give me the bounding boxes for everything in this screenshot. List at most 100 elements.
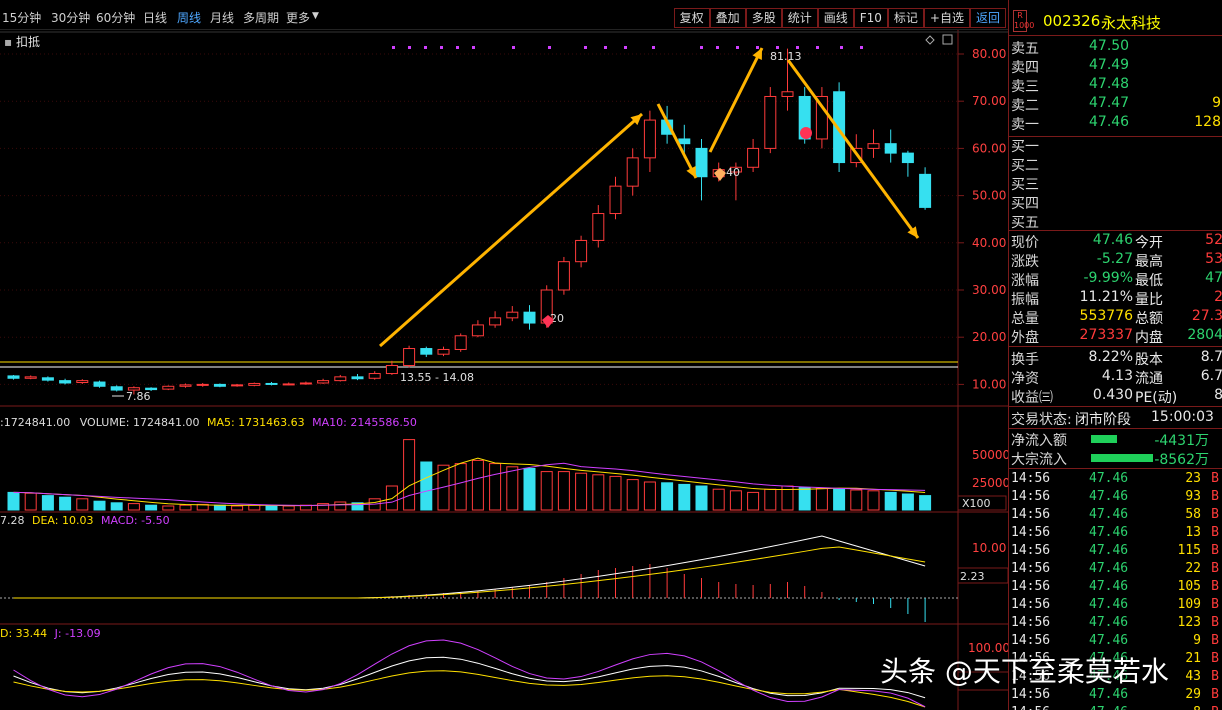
trend-arrow-line: [708, 47, 764, 153]
tick-row: 14:56 47.46 13 B: [1011, 525, 1219, 540]
tick-row: 14:56 47.46 123 B: [1011, 615, 1219, 630]
timeframe-tab-3[interactable]: 日线: [143, 9, 167, 26]
ask-row[interactable]: 卖二 47.47 9: [1009, 95, 1222, 114]
volume-bar: [523, 467, 536, 511]
volume-bar: [747, 491, 760, 511]
volume-bar: [833, 488, 846, 511]
volume-bar: [506, 466, 519, 511]
candle-body: [781, 91, 794, 97]
volume-bar: [213, 504, 226, 511]
macd-dea-line: [13, 546, 926, 599]
price-axis-label: 40.00: [972, 236, 1006, 250]
timeframe-tab-2[interactable]: 60分钟: [96, 9, 135, 26]
volume-bar: [454, 463, 467, 511]
maximize-icon: [942, 34, 953, 45]
bid-row[interactable]: 买一: [1009, 136, 1222, 155]
fundamental-row: 净资 4.13 流通 6.7: [1011, 368, 1222, 387]
quote-row: 现价 47.46 今开 52: [1011, 232, 1222, 251]
timeframe-tab-1[interactable]: 30分钟: [51, 9, 90, 26]
low-price-label: 7.86: [126, 390, 151, 403]
signal-dot: [716, 46, 719, 49]
volume-bar: [678, 483, 691, 511]
volume-bar: [76, 498, 89, 511]
toolbar-button-5[interactable]: F10: [853, 8, 888, 28]
signal-dot: [860, 46, 863, 49]
candle-body: [213, 383, 226, 387]
macd-header: 7.28 DEA: 10.03 MACD: -5.50: [0, 514, 170, 527]
kdj-k-line: [13, 656, 926, 699]
timeframe-tab-4[interactable]: 周线: [177, 9, 201, 26]
volume-bar: [557, 471, 570, 511]
chevron-down-icon[interactable]: ▼: [312, 11, 319, 21]
candle-body: [317, 380, 330, 384]
candle-body: [59, 380, 72, 384]
candle-body: [643, 119, 656, 159]
bid-row[interactable]: 买五: [1009, 212, 1222, 231]
timeframe-tab-0[interactable]: 15分钟: [2, 9, 41, 26]
toolbar-button-4[interactable]: 画线: [817, 8, 854, 28]
toolbar-button-6[interactable]: 标记: [887, 8, 924, 28]
range-label: 13.55 - 14.08: [400, 371, 474, 384]
signal-dot: [548, 46, 551, 49]
volume-bar: [575, 472, 588, 511]
ask-row[interactable]: 卖三 47.48: [1009, 76, 1222, 95]
toolbar-button-2[interactable]: 多股: [745, 8, 782, 28]
toolbar-button-1[interactable]: 叠加: [709, 8, 746, 28]
volume-bar: [127, 503, 140, 511]
volume-bar: [798, 487, 811, 511]
timeframe-tab-7[interactable]: 更多: [286, 9, 310, 26]
tick-row: 14:56 47.46 58 B: [1011, 507, 1219, 522]
candle-body: [695, 147, 708, 178]
candle-body: [678, 138, 691, 145]
chart-canvas[interactable]: 80.00 70.00 60.00 50.00 40.00 30.00 20.00 10.00…: [0, 30, 1008, 710]
candle-body: [7, 375, 20, 379]
candle-body: [506, 311, 519, 319]
timeframe-tab-5[interactable]: 月线: [210, 9, 234, 26]
volume-bar: [162, 505, 175, 511]
volume-bar: [403, 439, 416, 511]
high-price-label: 81.13: [770, 50, 802, 63]
bid-row[interactable]: 买三: [1009, 174, 1222, 193]
quote-row: 涨跌 -5.27 最高 53: [1011, 251, 1222, 270]
volume-bar: [179, 504, 192, 511]
toolbar-button-0[interactable]: 复权: [673, 8, 710, 28]
candle-body: [884, 143, 897, 154]
price-axis-label: 60.00: [972, 141, 1006, 155]
circle-marker-icon: [800, 127, 812, 139]
volume-bar: [489, 463, 502, 511]
candle-body: [575, 239, 588, 263]
candle-body: [385, 365, 398, 375]
stock-header[interactable]: R 1000 002326 永太科技: [1009, 8, 1222, 36]
toolbar-button-3[interactable]: 统计: [781, 8, 818, 28]
tick-row: 14:56 47.46 8 B: [1009, 705, 1222, 710]
candle-body: [471, 324, 484, 337]
toolbar-button-7[interactable]: +自选: [923, 8, 970, 28]
signal-dot: [584, 46, 587, 49]
signal-dot: [408, 46, 411, 49]
candle-body: [265, 382, 278, 385]
candle-body: [334, 376, 347, 382]
signal-dot: [700, 46, 703, 49]
fundamental-row: 换手 8.22% 股本 8.7: [1011, 349, 1222, 368]
volume-bar: [24, 492, 37, 511]
chart-mode-label[interactable]: ▪ 扣抵: [4, 33, 40, 50]
ask-row[interactable]: 卖一 47.46 128: [1009, 114, 1222, 133]
signal-dot: [776, 46, 779, 49]
candle-body: [437, 348, 450, 355]
flow-row: 净流入额 -4431万: [1011, 433, 1209, 449]
ask-row[interactable]: 卖四 47.49: [1009, 57, 1222, 76]
flow-row: 大宗流入 -8562万: [1011, 452, 1209, 468]
r-badge-icon: R 1000: [1013, 10, 1035, 32]
kline-chart[interactable]: 80.00 70.00 60.00 50.00 40.00 30.00 20.00 10.00…: [0, 30, 1008, 710]
candle-body: [901, 152, 914, 164]
toolbar-button-8[interactable]: 返回: [969, 8, 1006, 28]
ask-row[interactable]: 卖五 47.50: [1009, 38, 1222, 57]
volume-bar: [901, 493, 914, 511]
signal-dot: [392, 46, 395, 49]
volume-bar: [145, 504, 158, 511]
macd-value-label: 2.23: [960, 570, 985, 583]
fundamental-row: 收益㈢ 0.430 PE(动) 8: [1011, 387, 1222, 406]
timeframe-tab-6[interactable]: 多周期: [243, 9, 279, 26]
bid-row[interactable]: 买四: [1009, 193, 1222, 212]
bid-row[interactable]: 买二: [1009, 155, 1222, 174]
